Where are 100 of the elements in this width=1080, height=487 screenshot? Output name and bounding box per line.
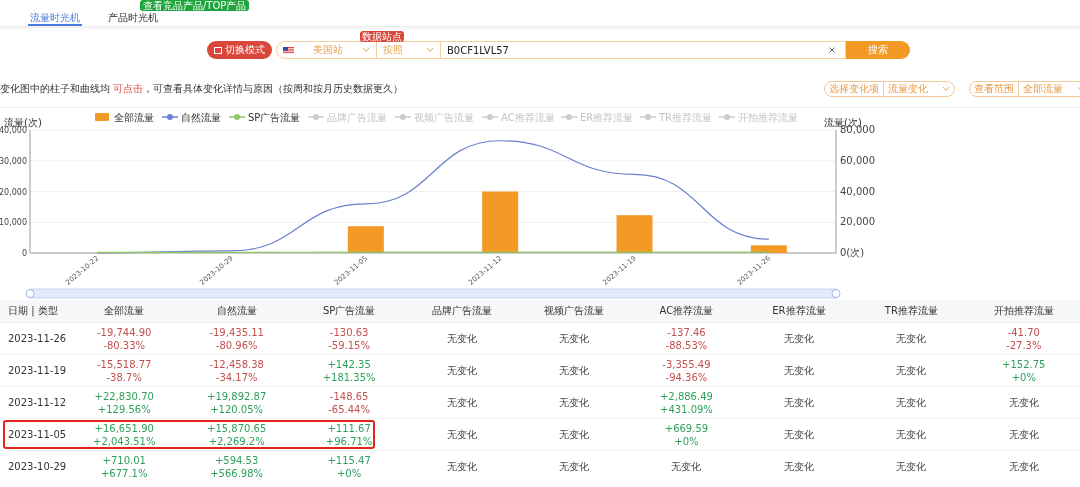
table-cell: 无变化: [896, 460, 927, 472]
table-cell: 2023-11-05: [8, 429, 67, 440]
change-value: +111.67: [327, 421, 371, 435]
change-percent: -94.36%: [665, 370, 708, 384]
site-select[interactable]: 美国站: [277, 42, 377, 58]
table-cell: 无变化: [896, 428, 927, 440]
table-cell: 无变化: [1008, 428, 1039, 440]
change-value: +19,892.87: [207, 389, 267, 403]
table-cell: 2023-11-26: [8, 333, 67, 344]
mode-button[interactable]: 切换模式: [207, 41, 272, 59]
axis-label: 10,000: [0, 218, 27, 228]
table-cell: 无变化: [446, 396, 477, 408]
table-cell: 无变化: [559, 460, 589, 472]
select-value: 按照: [383, 43, 403, 57]
table-cell: 无变化: [559, 428, 589, 440]
column-header: AC推荐流量: [658, 304, 715, 318]
axis-label: 20,000: [840, 216, 875, 228]
table-cell: 无变化: [783, 332, 814, 344]
column-header: 日期 | 类型: [7, 304, 59, 318]
badge: 查看竞品产品/TOP产品: [140, 0, 250, 11]
change-value: -148.65: [329, 389, 369, 403]
axis-label: 60,000: [840, 154, 875, 166]
table-cell: 无变化: [559, 332, 589, 344]
axis-title: 流量(次): [4, 117, 42, 128]
change-percent: -65.44%: [328, 402, 370, 416]
change-value: +2,886.49: [659, 389, 713, 403]
change-value: -3,355.49: [662, 357, 711, 371]
change-percent: +129.56%: [97, 402, 151, 416]
search-button[interactable]: 搜索: [846, 41, 910, 59]
change-value: -41.70: [1007, 325, 1040, 339]
query-input[interactable]: B0CF1LVL57: [447, 44, 509, 56]
tab[interactable]: 流量时光机: [28, 11, 82, 26]
change-value: -12,458.38: [209, 357, 264, 371]
badge: 数据站点: [360, 31, 404, 42]
table-cell: 无变化: [783, 364, 814, 376]
change-percent: +2,269.2%: [208, 434, 265, 448]
table-cell: 无变化: [446, 332, 477, 344]
table-cell: 无变化: [1008, 396, 1039, 408]
change-percent: +96.71%: [325, 434, 373, 448]
change-value: +152.75: [1002, 357, 1046, 371]
change-value: +15,870.65: [207, 421, 267, 435]
select-value: 美国站: [313, 43, 343, 57]
change-percent: +677.1%: [100, 466, 148, 480]
table-cell: 无变化: [896, 332, 927, 344]
change-percent: +566.98%: [210, 466, 264, 480]
table-cell: 无变化: [446, 364, 477, 376]
change-percent: +0%: [1011, 370, 1036, 384]
column-header: 视频广告流量: [543, 304, 605, 318]
column-header: 品牌广告流量: [430, 304, 493, 318]
change-value: +115.47: [327, 453, 371, 467]
table-cell: 2023-11-12: [8, 397, 67, 408]
table-cell: 无变化: [783, 460, 814, 472]
table-cell: 无变化: [896, 396, 927, 408]
axis-label: 30,000: [0, 156, 27, 166]
table-cell: 无变化: [559, 364, 589, 376]
legend-label: 自然流量: [181, 112, 221, 123]
change-percent: -38.7%: [106, 370, 142, 384]
table-cell: 2023-11-19: [8, 365, 67, 376]
change-value: -137.46: [667, 325, 706, 339]
table-cell: 无变化: [559, 396, 589, 408]
change-value: +22,830.70: [94, 389, 154, 403]
table-cell: 无变化: [783, 428, 814, 440]
change-percent: +0%: [336, 466, 362, 480]
change-value: +594.53: [214, 453, 259, 467]
axis-label: 0(次): [840, 247, 865, 258]
axis-label: 40,000: [840, 185, 875, 197]
change-value: +16,651.90: [94, 421, 154, 435]
change-value: +669.59: [664, 421, 709, 435]
column-header: ER推荐流量: [771, 304, 827, 318]
table-cell: 无变化: [671, 460, 702, 472]
axis-label: 20,000: [0, 187, 27, 197]
table-cell: 无变化: [446, 428, 477, 440]
change-percent: -80.96%: [215, 338, 258, 352]
legend-label: SP广告流量: [248, 112, 301, 123]
axis-label: 40,000: [0, 126, 27, 135]
change-percent: -34.17%: [215, 370, 258, 384]
change-percent: -80.33%: [103, 338, 146, 352]
change-value: -15,518.77: [96, 357, 152, 371]
hint-text: 变化图中的柱子和曲线均 可点击，可查看具体变化详情与原因（按周和按月历史数据更久）: [0, 82, 404, 96]
change-percent: +431.09%: [660, 402, 713, 416]
change-percent: +0%: [674, 434, 699, 448]
table-cell: 2023-10-29: [8, 461, 67, 472]
change-value: -130.63: [329, 325, 369, 339]
column-header: SP广告流量: [321, 304, 377, 318]
column-header: 自然流量: [215, 304, 258, 318]
change-percent: +120.05%: [210, 402, 264, 416]
change-percent: -27.3%: [1006, 338, 1042, 352]
table-cell: 无变化: [896, 364, 927, 376]
column-header: TR推荐流量: [883, 304, 939, 318]
table-cell: 无变化: [1008, 460, 1039, 472]
axis-label: 0: [21, 249, 27, 258]
change-percent: -88.53%: [665, 338, 708, 352]
change-percent: +2,043.51%: [93, 434, 156, 448]
tab[interactable]: 产品时光机: [106, 11, 160, 26]
table-cell: 无变化: [783, 396, 814, 408]
change-percent: -59.15%: [328, 338, 370, 352]
legend-label: 全部流量: [114, 112, 154, 123]
column-header: 全部流量: [103, 304, 146, 318]
change-value: -19,435.11: [209, 325, 264, 339]
change-value: -19,744.90: [96, 325, 152, 339]
